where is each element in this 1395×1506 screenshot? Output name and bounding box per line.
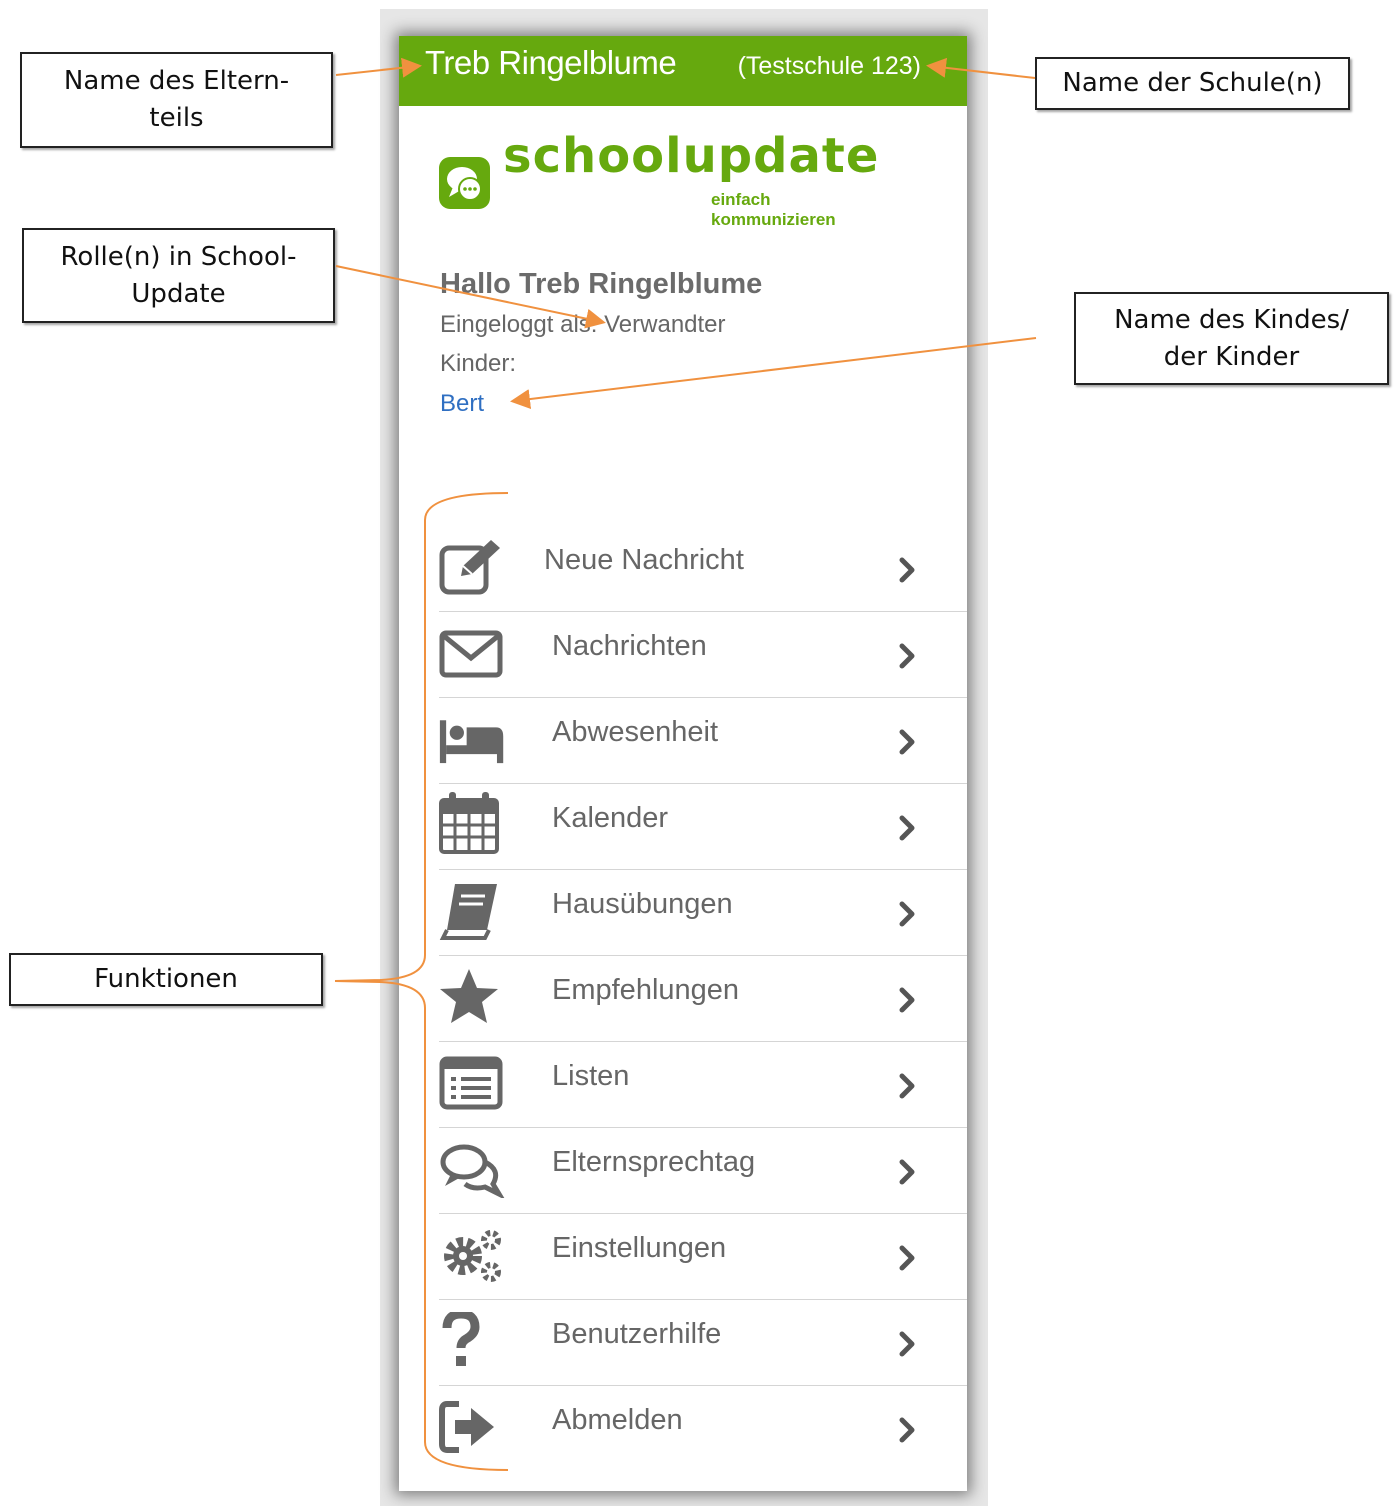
annotation-overlay xyxy=(334,57,1037,1471)
arrow-roles xyxy=(335,265,606,329)
arrow-school-name xyxy=(926,57,1036,79)
arrow-parent-name xyxy=(335,57,422,78)
functions-bracket xyxy=(334,492,509,1471)
arrow-child-name xyxy=(510,337,1037,410)
